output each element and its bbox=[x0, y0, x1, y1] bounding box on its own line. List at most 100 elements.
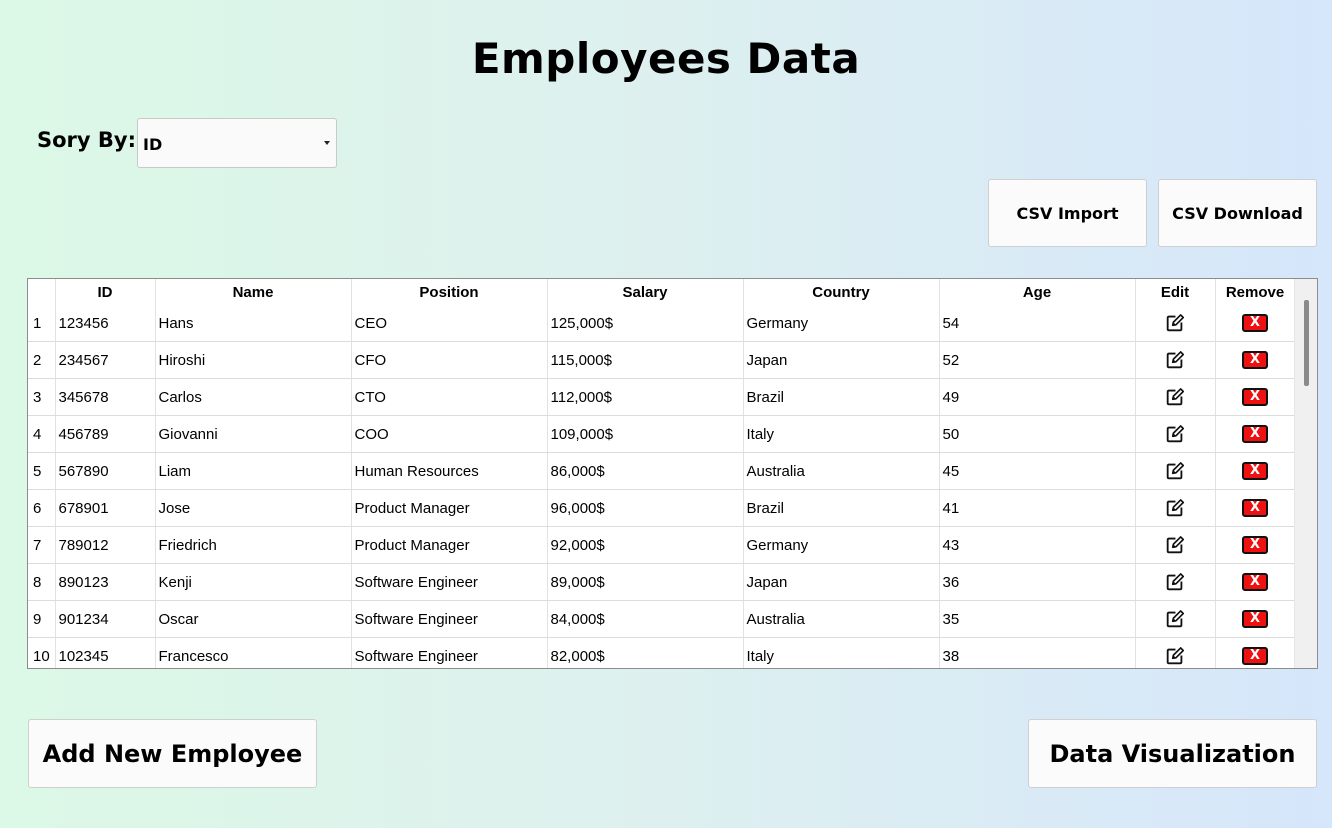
cell-remove: X bbox=[1215, 378, 1296, 416]
column-header-remove: Remove bbox=[1215, 279, 1296, 305]
table-row[interactable]: 7 789012 Friedrich Product Manager 92,000$ Ge… bbox=[28, 526, 1296, 564]
column-header-position[interactable]: Position bbox=[351, 279, 548, 305]
cell-edit bbox=[1135, 378, 1216, 416]
row-number: 4 bbox=[28, 415, 56, 453]
cell-country: Germany bbox=[743, 305, 940, 342]
sort-by-select[interactable]: ID bbox=[137, 118, 337, 168]
cell-salary: 92,000$ bbox=[547, 526, 744, 564]
cell-remove: X bbox=[1215, 305, 1296, 342]
cell-remove: X bbox=[1215, 415, 1296, 453]
remove-icon[interactable]: X bbox=[1242, 647, 1268, 666]
remove-icon[interactable]: X bbox=[1242, 499, 1268, 518]
cell-id: 123456 bbox=[55, 305, 156, 342]
csv-import-button[interactable]: CSV Import bbox=[988, 179, 1147, 247]
cell-id: 234567 bbox=[55, 341, 156, 379]
cell-country: Italy bbox=[743, 637, 940, 668]
cell-country: Japan bbox=[743, 341, 940, 379]
cell-name: Carlos bbox=[155, 378, 352, 416]
cell-country: Italy bbox=[743, 415, 940, 453]
table-row[interactable]: 5 567890 Liam Human Resources 86,000$ Austral… bbox=[28, 452, 1296, 490]
cell-id: 789012 bbox=[55, 526, 156, 564]
cell-remove: X bbox=[1215, 341, 1296, 379]
remove-icon[interactable]: X bbox=[1242, 425, 1268, 444]
table-row[interactable]: 3 345678 Carlos CTO 112,000$ Brazil 49 X bbox=[28, 378, 1296, 416]
edit-icon[interactable] bbox=[1164, 349, 1186, 371]
column-header-id[interactable]: ID bbox=[55, 279, 156, 305]
cell-position: CFO bbox=[351, 341, 548, 379]
cell-name: Oscar bbox=[155, 600, 352, 638]
cell-salary: 115,000$ bbox=[547, 341, 744, 379]
row-number: 8 bbox=[28, 563, 56, 601]
table-row[interactable]: 9 901234 Oscar Software Engineer 84,000$ Aust… bbox=[28, 600, 1296, 638]
remove-icon[interactable]: X bbox=[1242, 314, 1268, 333]
table-row[interactable]: 1 123456 Hans CEO 125,000$ Germany 54 X bbox=[28, 305, 1296, 342]
cell-id: 456789 bbox=[55, 415, 156, 453]
cell-position: Software Engineer bbox=[351, 600, 548, 638]
cell-salary: 82,000$ bbox=[547, 637, 744, 668]
table-row[interactable]: 6 678901 Jose Product Manager 96,000$ Brazil 4… bbox=[28, 489, 1296, 527]
edit-icon[interactable] bbox=[1164, 608, 1186, 630]
table-row[interactable]: 4 456789 Giovanni COO 109,000$ Italy 50 X bbox=[28, 415, 1296, 453]
cell-country: Brazil bbox=[743, 378, 940, 416]
cell-edit bbox=[1135, 341, 1216, 379]
cell-position: CTO bbox=[351, 378, 548, 416]
cell-edit bbox=[1135, 452, 1216, 490]
column-header-country[interactable]: Country bbox=[743, 279, 940, 305]
chevron-down-icon bbox=[324, 141, 330, 145]
cell-position: Software Engineer bbox=[351, 563, 548, 601]
row-number: 5 bbox=[28, 452, 56, 490]
cell-edit bbox=[1135, 600, 1216, 638]
column-header-salary[interactable]: Salary bbox=[547, 279, 744, 305]
scrollbar-thumb[interactable] bbox=[1304, 300, 1309, 386]
cell-remove: X bbox=[1215, 563, 1296, 601]
table-row[interactable]: 2 234567 Hiroshi CFO 115,000$ Japan 52 X bbox=[28, 341, 1296, 379]
cell-country: Brazil bbox=[743, 489, 940, 527]
data-visualization-button[interactable]: Data Visualization bbox=[1028, 719, 1317, 788]
table-row[interactable]: 8 890123 Kenji Software Engineer 89,000$ Japa… bbox=[28, 563, 1296, 601]
edit-icon[interactable] bbox=[1164, 571, 1186, 593]
cell-name: Hans bbox=[155, 305, 352, 342]
edit-icon[interactable] bbox=[1164, 497, 1186, 519]
remove-icon[interactable]: X bbox=[1242, 388, 1268, 407]
column-header-name[interactable]: Name bbox=[155, 279, 352, 305]
edit-icon[interactable] bbox=[1164, 534, 1186, 556]
cell-remove: X bbox=[1215, 600, 1296, 638]
remove-icon[interactable]: X bbox=[1242, 610, 1268, 629]
cell-country: Germany bbox=[743, 526, 940, 564]
employees-table: ID Name Position Salary Country Age Edit… bbox=[27, 278, 1318, 669]
cell-position: Human Resources bbox=[351, 452, 548, 490]
remove-icon[interactable]: X bbox=[1242, 351, 1268, 370]
edit-icon[interactable] bbox=[1164, 645, 1186, 667]
cell-age: 38 bbox=[939, 637, 1136, 668]
column-header-age[interactable]: Age bbox=[939, 279, 1136, 305]
cell-id: 890123 bbox=[55, 563, 156, 601]
edit-icon[interactable] bbox=[1164, 460, 1186, 482]
cell-salary: 89,000$ bbox=[547, 563, 744, 601]
cell-salary: 84,000$ bbox=[547, 600, 744, 638]
cell-age: 49 bbox=[939, 378, 1136, 416]
table-row[interactable]: 10 102345 Francesco Software Engineer 82,000… bbox=[28, 637, 1296, 668]
cell-salary: 96,000$ bbox=[547, 489, 744, 527]
cell-name: Liam bbox=[155, 452, 352, 490]
remove-icon[interactable]: X bbox=[1242, 536, 1268, 555]
cell-age: 45 bbox=[939, 452, 1136, 490]
add-new-employee-button[interactable]: Add New Employee bbox=[28, 719, 317, 788]
edit-icon[interactable] bbox=[1164, 423, 1186, 445]
edit-icon[interactable] bbox=[1164, 386, 1186, 408]
cell-id: 102345 bbox=[55, 637, 156, 668]
cell-age: 35 bbox=[939, 600, 1136, 638]
vertical-scrollbar[interactable] bbox=[1294, 279, 1317, 668]
edit-icon[interactable] bbox=[1164, 312, 1186, 334]
cell-name: Francesco bbox=[155, 637, 352, 668]
cell-edit bbox=[1135, 563, 1216, 601]
sort-by-label: Sory By: bbox=[37, 128, 137, 152]
remove-icon[interactable]: X bbox=[1242, 573, 1268, 592]
cell-name: Friedrich bbox=[155, 526, 352, 564]
cell-salary: 125,000$ bbox=[547, 305, 744, 342]
page-title: Employees Data bbox=[471, 34, 861, 83]
csv-download-button[interactable]: CSV Download bbox=[1158, 179, 1317, 247]
row-number: 9 bbox=[28, 600, 56, 638]
remove-icon[interactable]: X bbox=[1242, 462, 1268, 481]
cell-age: 50 bbox=[939, 415, 1136, 453]
row-number: 7 bbox=[28, 526, 56, 564]
